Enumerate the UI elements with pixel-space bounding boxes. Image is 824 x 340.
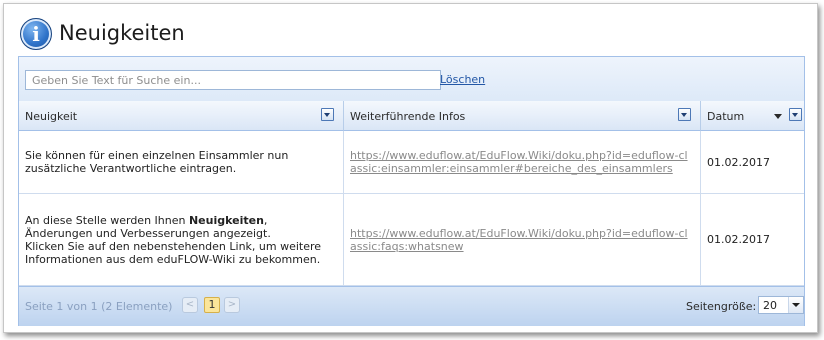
date-cell: 01.02.2017	[701, 131, 804, 193]
sort-descending-icon	[774, 114, 782, 119]
prev-page-button[interactable]: <	[182, 297, 198, 313]
pager: Seite 1 von 1 (2 Elemente) < 1 > Seiteng…	[19, 286, 804, 326]
page-title: Neuigkeiten	[59, 21, 185, 45]
news-panel: i Neuigkeiten Löschen Neuigkeit Weiterfü…	[3, 3, 818, 333]
search-input[interactable]	[25, 70, 441, 90]
news-text-line: Klicken Sie auf den nebenstehenden Link,…	[25, 239, 322, 266]
filter-dropdown-icon[interactable]	[789, 108, 802, 121]
column-header-label: Neuigkeit	[25, 110, 78, 123]
column-header-label: Weiterführende Infos	[350, 110, 466, 123]
news-text: An diese Stelle werden Ihnen Neuigkeiten…	[25, 214, 337, 266]
date-cell: 01.02.2017	[701, 194, 804, 285]
column-header-info[interactable]: Weiterführende Infos	[344, 101, 701, 131]
pager-summary: Seite 1 von 1 (2 Elemente)	[25, 300, 173, 313]
date-value: 01.02.2017	[707, 155, 770, 169]
news-text-part: An diese Stelle werden Ihnen	[25, 213, 189, 227]
next-page-button[interactable]: >	[224, 297, 240, 313]
filter-dropdown-icon[interactable]	[678, 108, 691, 121]
info-link[interactable]: https://www.eduflow.at/EduFlow.Wiki/doku…	[350, 227, 694, 253]
table-row: An diese Stelle werden Ihnen Neuigkeiten…	[19, 194, 804, 286]
column-header-label: Datum	[707, 110, 745, 123]
column-header-date[interactable]: Datum	[701, 101, 804, 131]
news-grid: Löschen Neuigkeit Weiterführende Infos D…	[18, 56, 805, 326]
date-value: 01.02.2017	[707, 233, 770, 246]
news-text-cell: An diese Stelle werden Ihnen Neuigkeiten…	[19, 194, 344, 285]
info-link-cell: https://www.eduflow.at/EduFlow.Wiki/doku…	[344, 131, 701, 193]
page-size-value: 20	[763, 299, 777, 312]
filter-dropdown-icon[interactable]	[321, 108, 334, 121]
news-text-cell: Sie können für einen einzelnen Einsammle…	[19, 131, 344, 193]
page-size-label: Seitengröße:	[686, 300, 757, 313]
table-row: Sie können für einen einzelnen Einsammle…	[19, 131, 804, 194]
page-size-select[interactable]: 20	[758, 296, 804, 314]
current-page-button[interactable]: 1	[204, 297, 220, 313]
info-link[interactable]: https://www.eduflow.at/EduFlow.Wiki/doku…	[350, 149, 694, 175]
search-bar: Löschen	[19, 57, 804, 102]
clear-search-link[interactable]: Löschen	[440, 73, 485, 86]
info-icon: i	[20, 18, 52, 50]
news-text-bold: Neuigkeiten	[188, 213, 264, 227]
chevron-down-icon[interactable]	[788, 297, 803, 313]
info-link-cell: https://www.eduflow.at/EduFlow.Wiki/doku…	[344, 194, 701, 285]
news-text: Sie können für einen einzelnen Einsammle…	[25, 149, 289, 175]
column-header-news[interactable]: Neuigkeit	[19, 101, 344, 131]
